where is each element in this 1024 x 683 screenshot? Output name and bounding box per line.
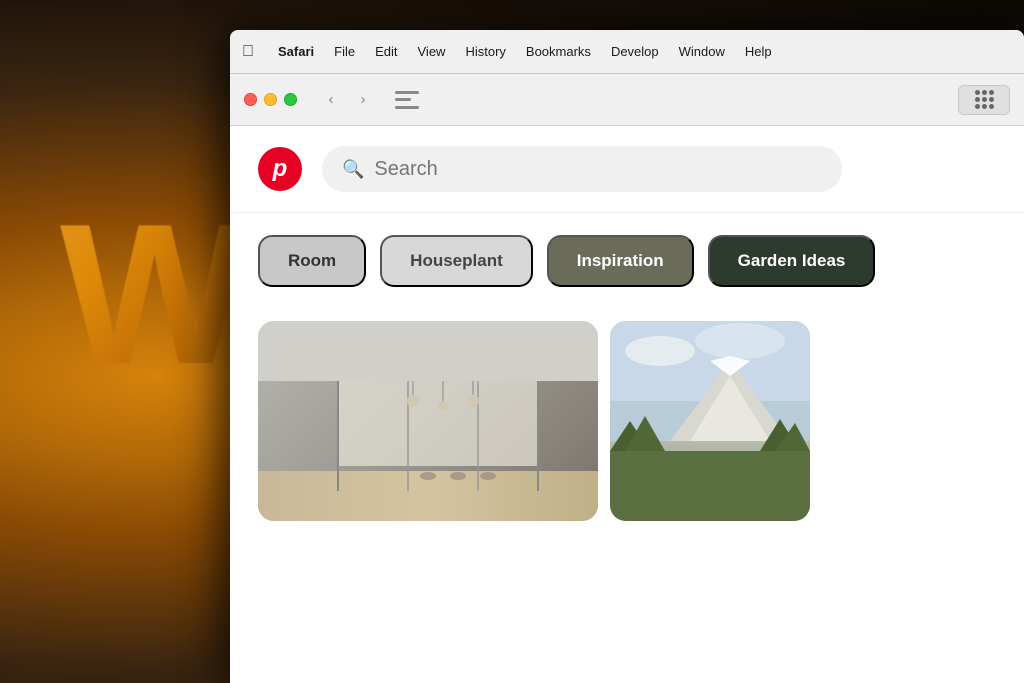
grid-view-button[interactable]	[958, 85, 1010, 115]
grid-dots-icon	[975, 90, 994, 109]
browser-toolbar: ‹ ›	[230, 74, 1024, 126]
macos-menubar:  Safari File Edit View History Bookmark…	[230, 30, 1024, 74]
interior-ceiling	[258, 321, 598, 381]
interior-walls	[258, 381, 598, 471]
sidebar-bar-2	[395, 98, 411, 101]
edit-menu[interactable]: Edit	[365, 30, 407, 74]
grid-dot	[982, 104, 987, 109]
maximize-button[interactable]	[284, 93, 297, 106]
minimize-button[interactable]	[264, 93, 277, 106]
help-menu[interactable]: Help	[735, 30, 782, 74]
navigation-arrows: ‹ ›	[317, 86, 377, 114]
interior-image	[258, 321, 598, 521]
sidebar-bar-1	[395, 91, 419, 94]
back-button[interactable]: ‹	[317, 86, 345, 114]
forward-button[interactable]: ›	[349, 86, 377, 114]
grid-dot	[975, 97, 980, 102]
bookmarks-menu[interactable]: Bookmarks	[516, 30, 601, 74]
sidebar-bar-3	[395, 106, 419, 109]
image-card-interior[interactable]	[258, 321, 598, 521]
w-letter-decoration: W	[60, 180, 249, 410]
category-room[interactable]: Room	[258, 235, 366, 287]
browser-window:  Safari File Edit View History Bookmark…	[230, 30, 1024, 683]
history-menu[interactable]: History	[455, 30, 515, 74]
category-houseplant[interactable]: Houseplant	[380, 235, 533, 287]
search-placeholder-text: Search	[374, 158, 437, 181]
develop-menu[interactable]: Develop	[601, 30, 669, 74]
category-inspiration[interactable]: Inspiration	[547, 235, 694, 287]
pinterest-header: p 🔍 Search	[230, 126, 1024, 213]
search-icon: 🔍	[342, 159, 364, 180]
mountain-svg	[610, 321, 810, 521]
grid-dot	[982, 90, 987, 95]
search-bar[interactable]: 🔍 Search	[322, 146, 842, 192]
view-menu[interactable]: View	[408, 30, 456, 74]
traffic-lights	[244, 93, 297, 106]
mountain-image	[610, 321, 810, 521]
sidebar-icon	[395, 91, 419, 109]
apple-menu-icon[interactable]: 	[242, 43, 254, 61]
grid-dot	[982, 97, 987, 102]
grid-dot	[989, 97, 994, 102]
image-card-mountain[interactable]	[610, 321, 810, 521]
sidebar-toggle-button[interactable]	[389, 86, 425, 114]
grid-dot	[975, 104, 980, 109]
grid-dot	[989, 90, 994, 95]
safari-menu[interactable]: Safari	[268, 30, 324, 74]
window-menu[interactable]: Window	[669, 30, 735, 74]
category-garden-ideas[interactable]: Garden Ideas	[708, 235, 876, 287]
grid-dot	[989, 104, 994, 109]
pinterest-logo[interactable]: p	[258, 147, 302, 191]
category-section: Room Houseplant Inspiration Garden Ideas	[230, 213, 1024, 309]
file-menu[interactable]: File	[324, 30, 365, 74]
close-button[interactable]	[244, 93, 257, 106]
image-grid	[230, 309, 1024, 521]
browser-content: p 🔍 Search Room Houseplant Inspiration G…	[230, 126, 1024, 683]
grid-dot	[975, 90, 980, 95]
interior-svg	[258, 381, 598, 491]
